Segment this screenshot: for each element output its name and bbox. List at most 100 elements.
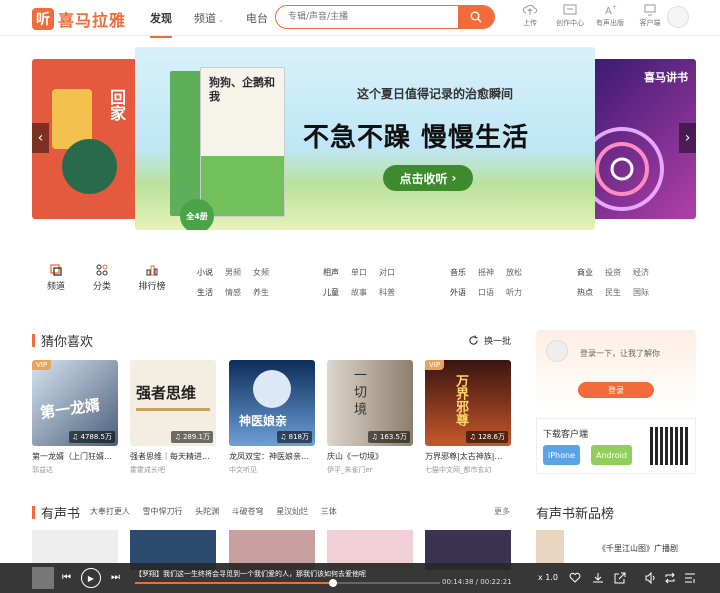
volume-icon[interactable]: [645, 572, 657, 584]
channel-entry[interactable]: 频道: [36, 264, 76, 292]
album-author[interactable]: 七猫中文网_都市玄幻: [425, 465, 511, 475]
client-button[interactable]: 客户端: [630, 4, 670, 28]
banner-main-slide[interactable]: 狗狗、企鹅和我 全4册 这个夏日值得记录的治愈瞬间 不急不躁 慢慢生活 点击收听…: [135, 47, 595, 230]
album-author[interactable]: 伊平_朱雀门er: [327, 465, 413, 475]
cat-female[interactable]: 女频: [253, 268, 269, 277]
guess-section-title: 猜你喜欢: [32, 331, 93, 350]
creator-center-button[interactable]: 创作中心: [550, 4, 590, 28]
cat-male[interactable]: 男频: [225, 268, 241, 277]
upload-button[interactable]: 上传: [510, 4, 550, 28]
next-track-button[interactable]: ⏭: [111, 572, 120, 583]
tab-audiobook[interactable]: 星汉灿烂: [276, 507, 308, 516]
refresh-button[interactable]: 换一批: [468, 334, 511, 347]
bar-chart-icon: [146, 265, 158, 276]
album-card[interactable]: 神医娘亲 ♫ 818万 龙凤双宝：神医娘亲… 中文听见: [229, 360, 315, 475]
nav-channel[interactable]: 频道 ⌄: [194, 10, 224, 26]
login-button[interactable]: 登录: [578, 382, 654, 398]
progress-bar[interactable]: [135, 579, 440, 587]
cat-health[interactable]: 养生: [253, 288, 269, 297]
play-button[interactable]: ▶: [81, 568, 101, 588]
iphone-download-button[interactable]: iPhone: [543, 445, 581, 465]
classify-entry[interactable]: 分类: [82, 264, 122, 292]
tab-audiobook[interactable]: 大奉打更人: [90, 507, 130, 516]
search-input[interactable]: [288, 6, 448, 28]
logo[interactable]: 听 喜马拉雅: [32, 7, 126, 31]
tab-audiobook[interactable]: 头陀渊: [195, 507, 219, 516]
album-title[interactable]: 庆山《一切境》: [327, 451, 413, 462]
album-card[interactable]: VIP 万界邪尊 ♫ 128.6万 万界邪尊|太古神族|… 七猫中文网_都市玄幻: [425, 360, 511, 475]
share-icon[interactable]: [614, 572, 626, 584]
cat-story[interactable]: 故事: [351, 288, 367, 297]
track-thumbnail[interactable]: [32, 567, 54, 589]
cat-people[interactable]: 民生: [605, 288, 621, 297]
album-title[interactable]: 强者思维｜每天精进…: [130, 451, 216, 462]
cat-hot[interactable]: 热点: [577, 288, 593, 297]
banner-prev-arrow[interactable]: ‹: [32, 123, 49, 153]
album-cover[interactable]: VIP 万界邪尊 ♫ 128.6万: [425, 360, 511, 446]
tab-audiobook[interactable]: 三体: [321, 507, 337, 516]
album-cover[interactable]: 强者思维 ♫ 289.1万: [130, 360, 216, 446]
header-tools: 上传 创作中心 A + 有声出版 客户端: [510, 4, 670, 28]
heart-icon[interactable]: [569, 572, 581, 584]
album-cover[interactable]: VIP 第一龙婿 ♫ 4788.5万: [32, 360, 118, 446]
cat-language[interactable]: 外语: [450, 288, 466, 297]
android-download-button[interactable]: Android: [591, 445, 632, 465]
album-title[interactable]: 第一龙婿（上门狂婿…: [32, 451, 118, 462]
tab-audiobook[interactable]: 雪中悍刀行: [143, 507, 183, 516]
chevron-right-icon: ›: [451, 171, 457, 185]
user-avatar[interactable]: [667, 6, 689, 28]
search-button[interactable]: [458, 6, 494, 28]
album-card[interactable]: VIP 第一龙婿 ♫ 4788.5万 第一龙婿（上门狂婿… 郭益达: [32, 360, 118, 475]
login-prompt: 登录一下，让我了解你: [580, 349, 660, 358]
cat-emotion[interactable]: 情感: [225, 288, 241, 297]
cat-business[interactable]: 商业: [577, 268, 593, 277]
cover-text: 一切境: [351, 368, 366, 419]
cat-relax[interactable]: 放松: [506, 268, 522, 277]
upload-label: 上传: [523, 19, 537, 27]
prev-track-button[interactable]: ⏮: [62, 572, 71, 583]
nav-radio[interactable]: 电台: [246, 10, 268, 26]
playlist-icon[interactable]: [684, 572, 696, 584]
cat-listening[interactable]: 听力: [506, 288, 522, 297]
ranking-entry[interactable]: 排行榜: [132, 264, 172, 292]
cat-crosstalk[interactable]: 相声: [323, 268, 339, 277]
guess-title-text: 猜你喜欢: [41, 335, 94, 350]
progress-knob[interactable]: [329, 579, 338, 587]
album-cover[interactable]: 神医娘亲 ♫ 818万: [229, 360, 315, 446]
chevron-left-icon: ‹: [37, 130, 44, 146]
album-card[interactable]: 强者思维 ♫ 289.1万 强者思维｜每天精进… 霍霍成长吧: [130, 360, 216, 475]
cat-international[interactable]: 国际: [633, 288, 649, 297]
album-title[interactable]: 龙凤双宝：神医娘亲…: [229, 451, 315, 462]
nav-discover[interactable]: 发现: [150, 10, 172, 38]
cat-solo[interactable]: 单口: [351, 268, 367, 277]
cat-invest[interactable]: 投资: [605, 268, 621, 277]
album-cover[interactable]: 一切境 ♫ 163.5万: [327, 360, 413, 446]
loop-icon[interactable]: [664, 572, 676, 584]
cat-speaking[interactable]: 口语: [478, 288, 494, 297]
cat-novel[interactable]: 小说: [197, 268, 213, 277]
album-title[interactable]: 万界邪尊|太古神族|…: [425, 451, 511, 462]
tab-audiobook[interactable]: 斗破苍穹: [232, 507, 264, 516]
download-icon[interactable]: [592, 572, 604, 584]
more-link[interactable]: 更多: [494, 506, 510, 517]
album-author[interactable]: 中文听见: [229, 465, 315, 475]
album-card[interactable]: 一切境 ♫ 163.5万 庆山《一切境》 伊平_朱雀门er: [327, 360, 413, 475]
album-author[interactable]: 霍霍成长吧: [130, 465, 216, 475]
audio-player: ⏮ ▶ ⏭ 【罗翔】我们这一生终将会寻觅到一个我们爱的人，那我们该如何去爱他呢 …: [0, 563, 720, 593]
publish-button[interactable]: A + 有声出版: [590, 4, 630, 28]
cat-economy[interactable]: 经济: [633, 268, 649, 277]
cat-children[interactable]: 儿童: [323, 288, 339, 297]
cat-life[interactable]: 生活: [197, 288, 213, 297]
banner-next-arrow[interactable]: ›: [679, 123, 696, 153]
cat-duo[interactable]: 对口: [379, 268, 395, 277]
category-bar: 频道 分类 排行榜 小说 男频 女频 生活 情感 养生 相声 单口 对口 儿童 故事 科普 音乐…: [32, 260, 692, 304]
cat-science[interactable]: 科普: [379, 288, 395, 297]
creator-label: 创作中心: [556, 19, 584, 27]
album-author[interactable]: 郭益达: [32, 465, 118, 475]
listen-now-button[interactable]: 点击收听 ›: [383, 165, 473, 191]
client-label: 客户端: [639, 19, 661, 27]
headphone-icon: ♫: [371, 433, 378, 441]
cat-music[interactable]: 音乐: [450, 268, 466, 277]
speed-button[interactable]: x 1.0: [538, 573, 558, 582]
cat-rock[interactable]: 摇神: [478, 268, 494, 277]
